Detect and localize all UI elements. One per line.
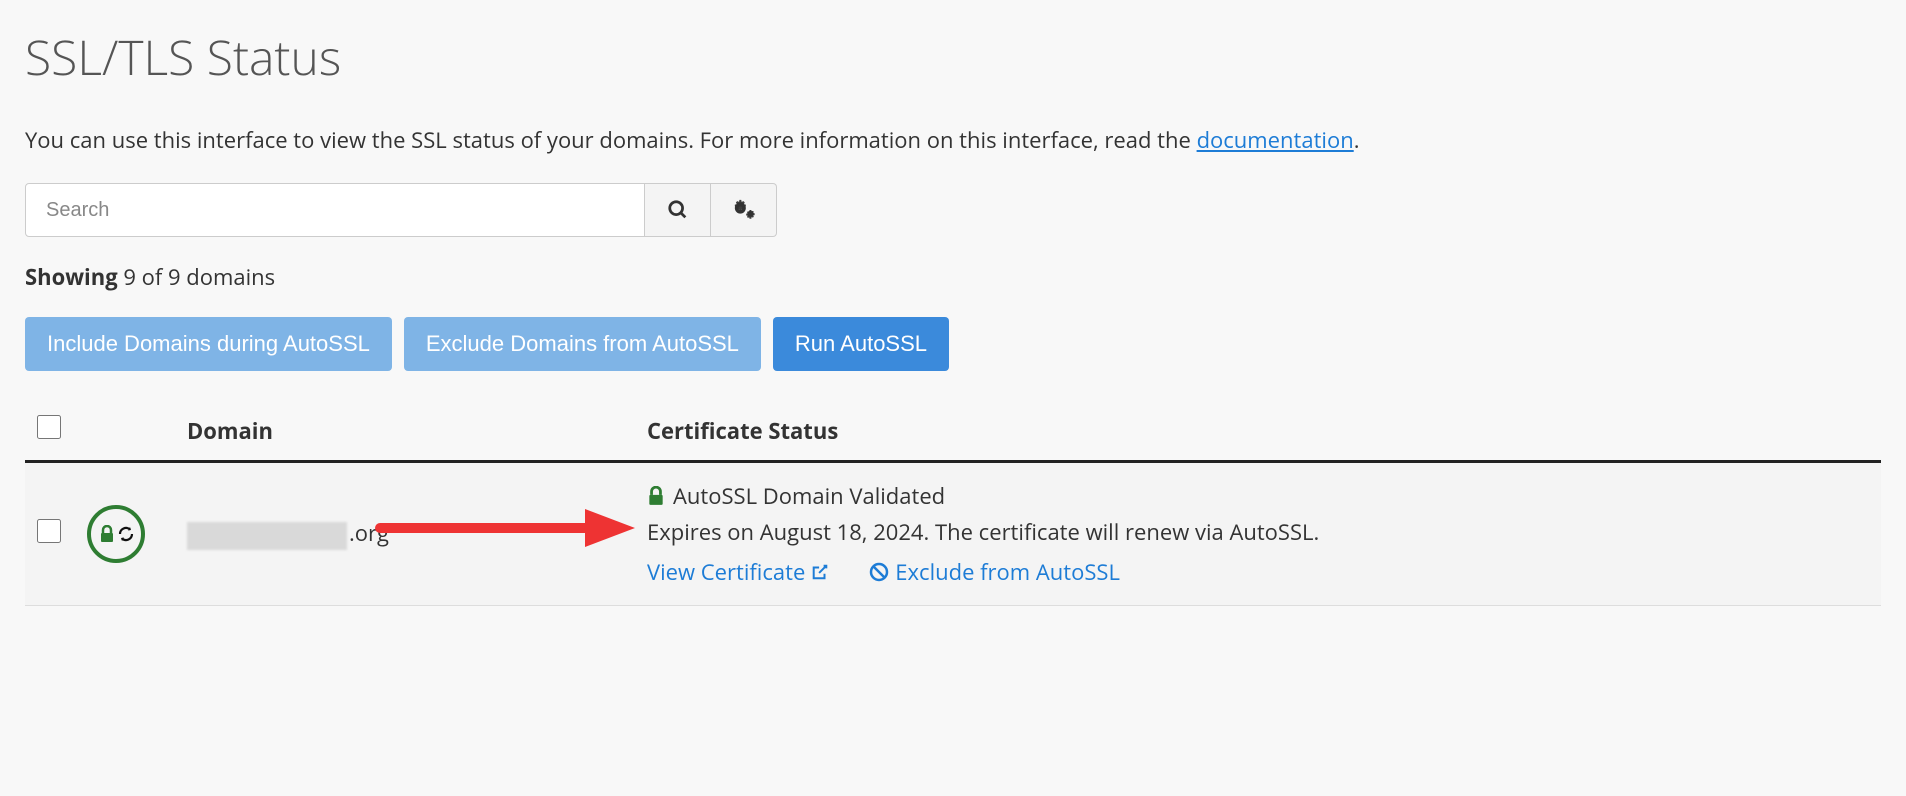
exclude-label: Exclude from AutoSSL: [895, 557, 1120, 587]
lock-icon: [99, 525, 115, 543]
include-domains-button[interactable]: Include Domains during AutoSSL: [25, 317, 392, 371]
view-certificate-link[interactable]: View Certificate: [647, 557, 829, 587]
search-bar: [25, 183, 1881, 237]
cert-actions: View Certificate Exclude from AutoSSL: [647, 557, 1869, 587]
page-title: SSL/TLS Status: [25, 25, 1881, 90]
showing-value: 9 of 9 domains: [118, 262, 275, 292]
table-row: .org AutoSSL Domain Validated Expires on…: [25, 462, 1881, 606]
external-link-icon: [811, 563, 829, 581]
exclude-domains-button[interactable]: Exclude Domains from AutoSSL: [404, 317, 761, 371]
gears-icon: [731, 199, 757, 221]
run-autossl-button[interactable]: Run AutoSSL: [773, 317, 949, 371]
intro-text: You can use this interface to view the S…: [25, 125, 1881, 155]
action-buttons: Include Domains during AutoSSL Exclude D…: [25, 317, 1881, 371]
intro-suffix: .: [1354, 125, 1360, 155]
validated-label: AutoSSL Domain Validated: [673, 481, 945, 511]
view-certificate-label: View Certificate: [647, 557, 805, 587]
exclude-from-autossl-link[interactable]: Exclude from AutoSSL: [869, 557, 1120, 587]
search-input[interactable]: [25, 183, 645, 237]
lock-icon: [647, 486, 665, 506]
header-checkbox-cell: [25, 401, 75, 462]
showing-count: Showing 9 of 9 domains: [25, 262, 1881, 292]
validated-row: AutoSSL Domain Validated: [647, 481, 1869, 511]
refresh-icon: [118, 526, 134, 542]
domains-table: Domain Certificate Status: [25, 401, 1881, 606]
domain-suffix: .org: [349, 518, 389, 548]
prohibit-icon: [869, 562, 889, 582]
search-icon: [667, 199, 689, 221]
select-all-checkbox[interactable]: [37, 415, 61, 439]
header-status-icon: [75, 401, 175, 462]
settings-button[interactable]: [711, 183, 777, 237]
header-domain: Domain: [175, 401, 635, 462]
intro-prefix: You can use this interface to view the S…: [25, 125, 1197, 155]
ssl-status-badge: [87, 505, 145, 563]
expires-text: Expires on August 18, 2024. The certific…: [647, 517, 1869, 547]
header-cert-status: Certificate Status: [635, 401, 1881, 462]
documentation-link[interactable]: documentation: [1197, 125, 1354, 155]
domain-name-redacted: [187, 522, 347, 550]
annotation-arrow-icon: [375, 503, 635, 553]
showing-label: Showing: [25, 262, 118, 292]
row-checkbox[interactable]: [37, 519, 61, 543]
search-button[interactable]: [645, 183, 711, 237]
